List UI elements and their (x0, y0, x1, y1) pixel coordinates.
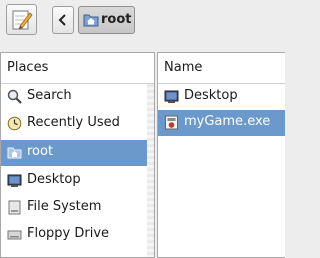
places-item-label: root (27, 144, 54, 159)
name-column-label: Name (164, 60, 203, 75)
places-item-search[interactable]: Search (1, 84, 154, 110)
path-bar-label: root (101, 12, 132, 27)
places-sidebar: Places Search Recently Used root Desktop (0, 52, 155, 258)
places-item-label: Desktop (27, 172, 81, 187)
back-button[interactable] (52, 6, 74, 34)
places-item-root[interactable]: root (1, 140, 154, 166)
chevron-left-icon (58, 14, 66, 26)
file-item-desktop[interactable]: Desktop (158, 84, 285, 110)
drive-icon (8, 200, 21, 215)
places-header[interactable]: Places (1, 53, 154, 84)
places-scrollbar[interactable] (147, 84, 154, 257)
file-list: Name Desktop myGame.exe (157, 52, 285, 258)
desktop-icon (7, 174, 22, 187)
file-item-label: myGame.exe (184, 114, 271, 129)
desktop-icon (164, 90, 179, 103)
home-folder-icon (7, 147, 22, 159)
home-folder-icon (83, 14, 99, 27)
places-item-label: Search (27, 88, 72, 103)
file-item-label: Desktop (184, 88, 238, 103)
magnifier-icon (7, 89, 22, 104)
places-item-label: Floppy Drive (27, 226, 110, 241)
clock-icon (7, 116, 22, 131)
executable-icon (165, 115, 178, 130)
places-item-label: File System (27, 199, 102, 214)
places-item-recently-used[interactable]: Recently Used (1, 111, 154, 137)
file-item-mygame-exe[interactable]: myGame.exe (158, 110, 285, 136)
places-item-label: Recently Used (27, 115, 120, 130)
places-item-desktop[interactable]: Desktop (1, 168, 154, 194)
pencil-notepad-icon (12, 10, 33, 30)
places-item-file-system[interactable]: File System (1, 195, 154, 221)
places-header-label: Places (7, 60, 49, 75)
edit-location-button[interactable] (6, 4, 37, 35)
places-item-floppy-drive[interactable]: Floppy Drive (1, 222, 154, 248)
name-column-header[interactable]: Name (158, 53, 285, 84)
path-bar-root-button[interactable]: root (78, 6, 135, 34)
floppy-icon (7, 230, 22, 240)
